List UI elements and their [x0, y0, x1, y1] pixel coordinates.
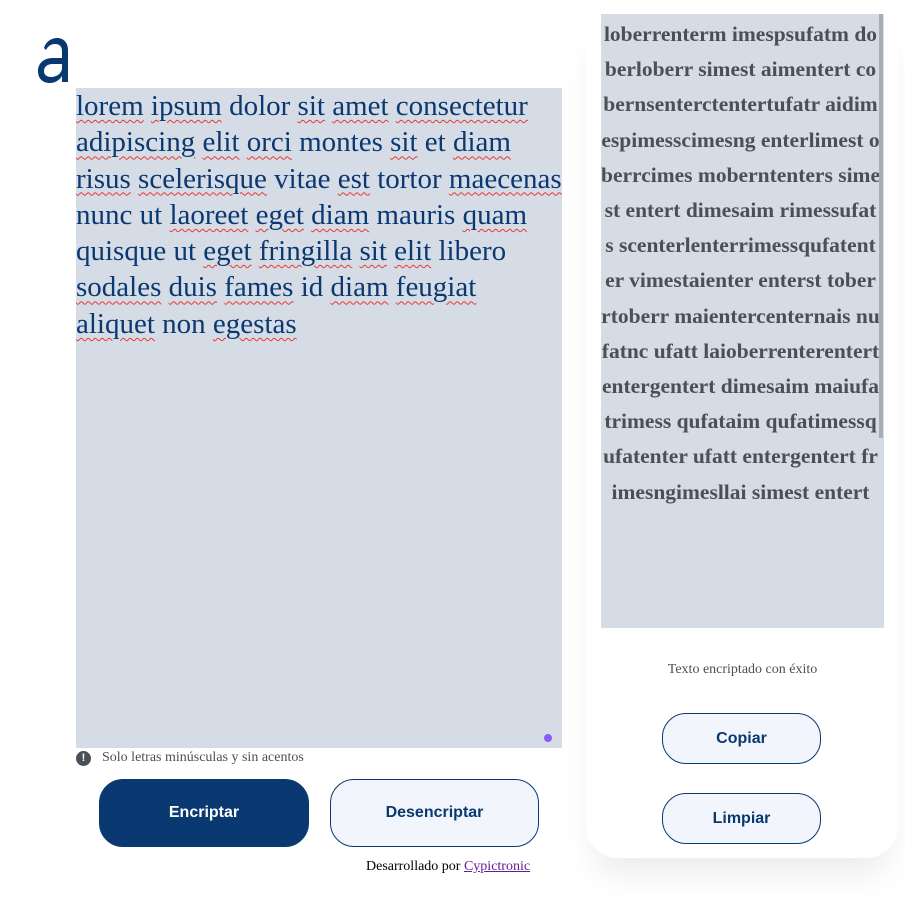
input-word: nunc — [76, 198, 133, 231]
input-word: ipsum — [150, 90, 222, 122]
encrypt-button[interactable]: Encriptar — [99, 779, 309, 847]
copy-button[interactable]: Copiar — [662, 713, 821, 764]
input-word: feugiat — [395, 271, 477, 304]
output-scrollbar[interactable] — [879, 14, 883, 438]
footer-prefix: Desarrollado por — [366, 859, 464, 874]
input-word: quisque — [76, 235, 167, 268]
input-textarea[interactable]: lorem ipsum dolor sit amet consectetur a… — [76, 88, 562, 748]
input-word: id — [300, 271, 324, 304]
input-word: diam — [311, 198, 370, 231]
input-hint: ! Solo letras minúsculas y sin acentos — [76, 748, 304, 768]
input-word: elit — [202, 126, 240, 159]
input-word: montes — [299, 126, 383, 159]
input-word: aliquet — [76, 307, 155, 340]
input-word: adipiscing — [76, 126, 196, 159]
input-word: fames — [224, 271, 294, 304]
input-word: sit — [390, 126, 418, 159]
input-word: ut — [139, 198, 163, 231]
input-word: tortor — [377, 162, 442, 195]
logo-icon — [38, 38, 68, 83]
output-text: loberrenterm imespsufatm doberloberr sim… — [601, 22, 881, 504]
input-word: est — [337, 162, 370, 195]
output-textarea[interactable]: loberrenterm imespsufatm doberloberr sim… — [601, 14, 884, 628]
input-word: eget — [203, 235, 252, 268]
success-message: Texto encriptado con éxito — [667, 662, 818, 677]
input-word: sit — [359, 235, 387, 268]
input-word: laoreet — [169, 198, 249, 231]
input-word: libero — [438, 235, 507, 268]
input-word: quam — [462, 198, 528, 231]
input-word: consectetur — [395, 90, 528, 122]
input-word: duis — [168, 271, 217, 304]
input-word: fringilla — [258, 235, 353, 268]
input-word: non — [162, 307, 206, 340]
input-word: eget — [255, 198, 304, 231]
input-word: et — [424, 126, 446, 159]
input-word: elit — [394, 235, 432, 268]
exclamation-circle-icon: ! — [76, 750, 91, 766]
input-word: sodales — [76, 271, 162, 304]
input-word: mauris — [376, 198, 456, 231]
input-word: egestas — [212, 307, 297, 340]
input-word: amet — [332, 90, 389, 122]
clear-button[interactable]: Limpiar — [662, 793, 821, 844]
input-word: sit — [297, 90, 325, 122]
resize-handle[interactable] — [544, 734, 552, 742]
footer-link[interactable]: Cypictronic — [464, 859, 530, 874]
input-word: orci — [246, 126, 292, 159]
input-text: lorem ipsum dolor sit amet consectetur a… — [76, 88, 562, 342]
input-word: diam — [330, 271, 389, 304]
input-word: ut — [173, 235, 197, 268]
footer-credit: Desarrollado por Cypictronic — [366, 859, 530, 875]
input-word: dolor — [229, 90, 291, 122]
input-word: scelerisque — [138, 162, 267, 195]
decrypt-button[interactable]: Desencriptar — [330, 779, 539, 847]
hint-text: Solo letras minúsculas y sin acentos — [102, 750, 304, 765]
input-word: lorem — [76, 90, 144, 122]
input-word: diam — [452, 126, 511, 159]
input-word: maecenas — [448, 162, 562, 195]
input-word: risus — [76, 162, 131, 195]
input-word: vitae — [274, 162, 331, 195]
